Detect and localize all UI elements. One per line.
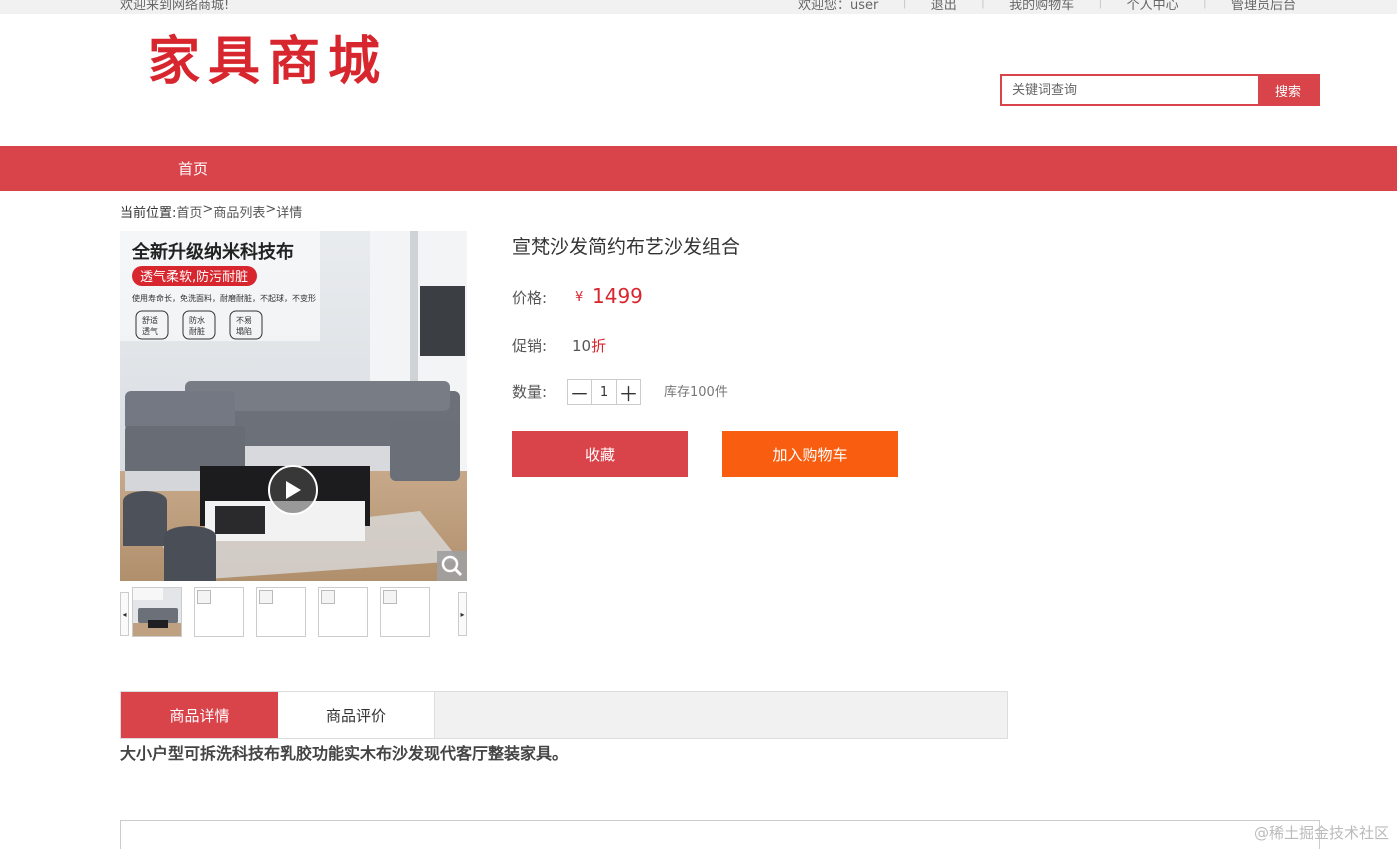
breadcrumb-separator: > (202, 202, 214, 217)
promo-number: 10 (572, 337, 592, 355)
price-label: 价格: (512, 289, 548, 307)
site-logo[interactable]: 家具商城 (148, 30, 388, 94)
collect-button[interactable]: 收藏 (512, 431, 688, 477)
add-to-cart-button[interactable]: 加入购物车 (722, 431, 898, 477)
admin-link[interactable]: 管理员后台 (1207, 0, 1320, 13)
zoom-icon[interactable] (437, 551, 467, 581)
tab-product-details[interactable]: 商品详情 (121, 692, 278, 738)
top-bar: 欢迎来到网络商城! 欢迎您：user | 退出 | 我的购物车 | 个人中心 |… (0, 0, 1397, 14)
thumbnail-5[interactable] (380, 587, 430, 637)
thumbnail-2[interactable] (194, 587, 244, 637)
my-cart-link[interactable]: 我的购物车 (985, 0, 1098, 13)
quantity-increase-button[interactable]: ＋ (616, 379, 641, 406)
promo-label: 促销: (512, 337, 548, 355)
breadcrumb-home[interactable]: 首页 (176, 202, 202, 221)
search-bar: 搜索 (1000, 74, 1320, 106)
quantity-label: 数量: (512, 383, 548, 401)
broken-image-icon (383, 590, 397, 604)
promo-unit: 折 (591, 337, 607, 355)
stock-text: 库存100件 (664, 385, 728, 400)
tab-product-reviews[interactable]: 商品评价 (278, 692, 435, 738)
breadcrumb-separator: > (265, 202, 277, 217)
breadcrumb-prefix: 当前位置: (120, 206, 177, 221)
breadcrumb-list[interactable]: 商品列表 (213, 202, 265, 221)
main-nav: 首页 (0, 146, 1397, 191)
detail-tabs: 商品详情 商品评价 (120, 691, 1008, 739)
welcome-text: 欢迎来到网络商城! (120, 0, 230, 13)
feature-durable: 不易 (236, 316, 252, 325)
promo-value: 10折 (572, 335, 606, 356)
detail-content-box (120, 820, 1320, 849)
product-title: 宣梵沙发简约布艺沙发组合 (512, 236, 741, 258)
broken-image-icon (321, 590, 335, 604)
user-greeting: 欢迎您：user (798, 0, 879, 13)
quantity-stepper: － 1 ＋ (567, 379, 641, 406)
broken-image-icon (197, 590, 211, 604)
quantity-decrease-button[interactable]: － (567, 379, 592, 406)
watermark-text: @稀土掘金技术社区 (1253, 824, 1389, 842)
thumbnail-3[interactable] (256, 587, 306, 637)
price-value: 1499 (592, 284, 643, 308)
thumbnail-strip: ◂ ▸ (120, 587, 467, 637)
thumbnail-prev-arrow[interactable]: ◂ (120, 592, 129, 636)
image-headline: 全新升级纳米科技布 (131, 241, 294, 263)
sofa-photo: 全新升级纳米科技布 透气柔软,防污耐脏 使用寿命长，免洗面料，耐磨耐脏，不起球，… (120, 231, 467, 581)
svg-text:耐脏: 耐脏 (189, 326, 205, 336)
top-links: 欢迎您：user | 退出 | 我的购物车 | 个人中心 | 管理员后台 (774, 0, 1320, 13)
svg-text:塌陷: 塌陷 (236, 326, 252, 336)
image-badge: 透气柔软,防污耐脏 (140, 269, 248, 285)
quantity-value[interactable]: 1 (592, 379, 616, 405)
svg-text:透气: 透气 (142, 326, 158, 336)
logout-link[interactable]: 退出 (907, 0, 981, 13)
product-main-image[interactable]: 全新升级纳米科技布 透气柔软,防污耐脏 使用寿命长，免洗面料，耐磨耐脏，不起球，… (120, 231, 467, 581)
thumbnail-1[interactable] (132, 587, 182, 637)
nav-item-home[interactable]: 首页 (178, 158, 208, 179)
play-video-icon[interactable] (268, 465, 318, 515)
search-button[interactable]: 搜索 (1258, 76, 1318, 104)
thumbnail-4[interactable] (318, 587, 368, 637)
product-description: 大小户型可拆洗科技布乳胶功能实木布沙发现代客厅整装家具。 (120, 744, 569, 763)
image-subtext: 使用寿命长，免洗面料，耐磨耐脏，不起球，不变形 (132, 293, 316, 303)
search-input[interactable] (1002, 76, 1258, 104)
breadcrumb-detail: 详情 (276, 206, 303, 221)
breadcrumb: 当前位置: 首页 > 商品列表 > 详情 (120, 202, 302, 221)
thumbnail-image (133, 588, 181, 636)
thumbnail-next-arrow[interactable]: ▸ (458, 592, 467, 636)
feature-waterproof: 防水 (189, 315, 205, 325)
feature-comfort: 舒适 (142, 315, 158, 325)
personal-center-link[interactable]: 个人中心 (1103, 0, 1203, 13)
price-currency: ¥ (575, 290, 584, 305)
broken-image-icon (259, 590, 273, 604)
